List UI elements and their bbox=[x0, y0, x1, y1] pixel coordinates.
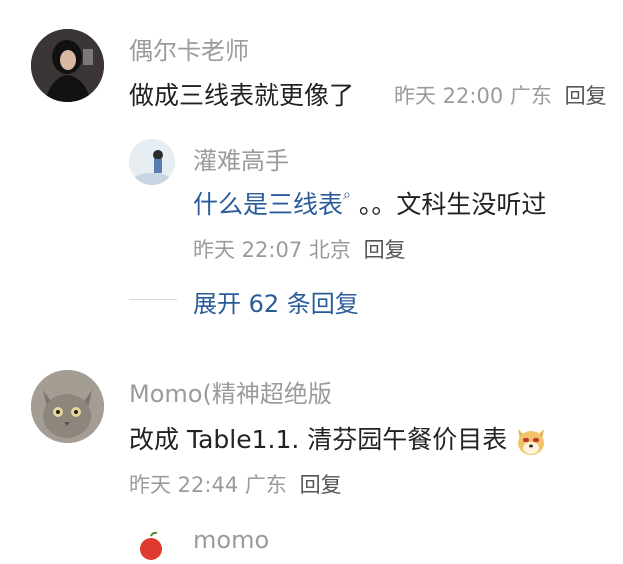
comment-text: 做成三线表就更像了 bbox=[129, 81, 355, 110]
reply-author[interactable]: momo bbox=[193, 526, 269, 554]
avatar[interactable] bbox=[31, 29, 104, 102]
avatar[interactable] bbox=[31, 370, 104, 443]
comment-meta: 昨天 22:00 广东 回复 bbox=[394, 80, 607, 110]
dog-face-emoji-icon bbox=[515, 426, 547, 456]
reply-button[interactable]: 回复 bbox=[300, 473, 342, 497]
user-photo-icon bbox=[129, 139, 175, 185]
comment-region: 广东 bbox=[509, 84, 552, 108]
comment-author[interactable]: 偶尔卡老师 bbox=[129, 31, 249, 66]
reply-link[interactable]: 什么是三线表 bbox=[193, 190, 343, 219]
reply-rest-text: 。。文科生没听过 bbox=[358, 190, 547, 219]
apple-emoji-icon bbox=[137, 531, 165, 560]
expand-replies-button[interactable]: 展开 62 条回复 bbox=[193, 284, 359, 319]
reply-time: 昨天 22:07 bbox=[193, 238, 303, 262]
divider bbox=[129, 299, 177, 300]
search-icon[interactable]: ⌕ bbox=[343, 187, 351, 203]
reply-meta: 昨天 22:07 北京 回复 bbox=[193, 234, 406, 264]
comment-text: 改成 Table1.1. 清芬园午餐价目表 bbox=[129, 420, 547, 456]
reply-button[interactable]: 回复 bbox=[565, 84, 607, 108]
comment-time: 昨天 22:00 bbox=[394, 84, 504, 108]
cat-photo-icon bbox=[31, 370, 104, 443]
reply-text: 什么是三线表⌕ 。。文科生没听过 bbox=[193, 185, 546, 221]
comment-region: 广东 bbox=[244, 473, 287, 497]
comment-time: 昨天 22:44 bbox=[129, 473, 239, 497]
comment-meta: 昨天 22:44 广东 回复 bbox=[129, 469, 342, 499]
avatar[interactable] bbox=[129, 139, 175, 185]
comment-author[interactable]: Momo(精神超绝版 bbox=[129, 374, 332, 409]
reply-region: 北京 bbox=[308, 238, 351, 262]
reply-author[interactable]: 灌难高手 bbox=[193, 141, 289, 176]
reply-button[interactable]: 回复 bbox=[364, 238, 406, 262]
comment-text-content: 改成 Table1.1. 清芬园午餐价目表 bbox=[129, 425, 508, 454]
user-photo-icon bbox=[31, 29, 104, 102]
